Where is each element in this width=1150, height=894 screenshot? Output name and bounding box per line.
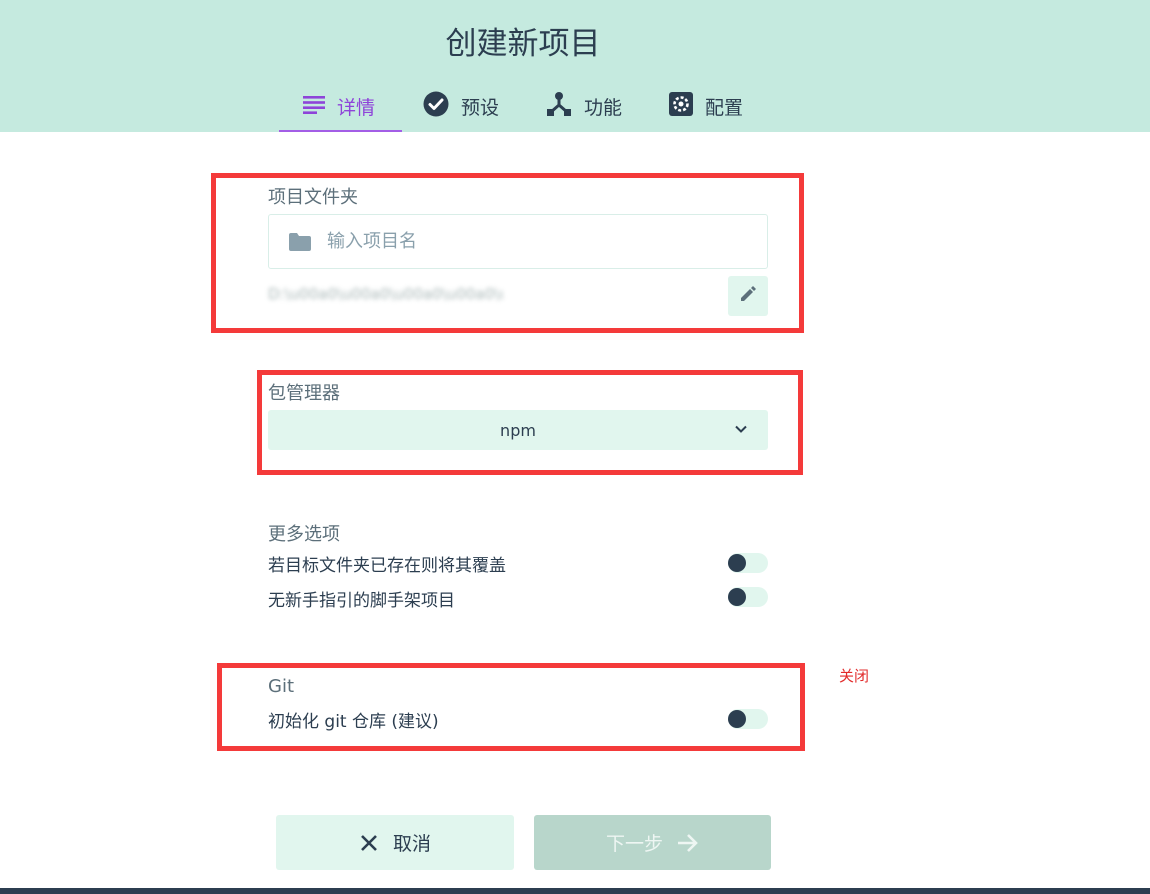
pencil-icon: [739, 285, 757, 307]
git-label: Git: [268, 676, 295, 697]
tab-features[interactable]: 功能: [546, 82, 622, 130]
subject-icon: [303, 94, 337, 119]
tab-label: 详情: [337, 96, 376, 119]
tab-config[interactable]: 配置: [669, 82, 743, 130]
project-name-field[interactable]: [268, 214, 768, 269]
chevron-down-icon: [734, 421, 748, 440]
next-step-button[interactable]: 下一步: [534, 815, 771, 870]
tab-label: 配置: [705, 96, 744, 119]
project-name-input[interactable]: [325, 230, 749, 253]
cancel-button[interactable]: 取消: [276, 815, 514, 870]
option-row-bare: 无新手指引的脚手架项目: [268, 585, 768, 611]
git-init-toggle[interactable]: [728, 709, 768, 729]
folder-label: 项目文件夹: [268, 187, 358, 208]
project-path: D:\u00a0\u00a0\u00a0\u00a0\u00a0\u00a0\u…: [268, 285, 503, 303]
option-label: 无新手指引的脚手架项目: [268, 590, 455, 611]
page-title: 创建新项目: [445, 26, 601, 62]
toggle-knob: [728, 710, 746, 728]
package-manager-value: npm: [500, 420, 536, 440]
bottom-status-bar: [0, 888, 1150, 894]
arrow-right-icon: [677, 833, 699, 853]
option-row-git-init: 初始化 git 仓库 (建议): [268, 706, 768, 732]
option-label: 若目标文件夹已存在则将其覆盖: [268, 555, 506, 576]
option-row-overwrite: 若目标文件夹已存在则将其覆盖: [268, 550, 768, 576]
tab-details[interactable]: 详情: [279, 82, 402, 132]
package-manager-label: 包管理器: [268, 383, 340, 404]
folder-icon: [289, 232, 311, 251]
overwrite-toggle[interactable]: [728, 553, 768, 573]
next-label: 下一步: [605, 833, 663, 855]
bare-scaffold-toggle[interactable]: [728, 587, 768, 607]
toggle-knob: [728, 554, 746, 572]
settings-icon: [669, 91, 705, 121]
tab-presets[interactable]: 预设: [423, 82, 499, 130]
tab-label: 预设: [461, 96, 500, 119]
tab-label: 功能: [584, 96, 623, 119]
annotation-closed: 关闭: [839, 667, 870, 685]
edit-path-button[interactable]: [728, 276, 768, 316]
cancel-label: 取消: [392, 833, 431, 855]
check-circle-icon: [423, 91, 461, 122]
device-hub-icon: [546, 91, 584, 122]
header: 创建新项目 详情 预设 功能 配置: [0, 0, 1150, 132]
package-manager-select[interactable]: npm: [268, 410, 768, 450]
toggle-knob: [728, 588, 746, 606]
option-label: 初始化 git 仓库 (建议): [268, 711, 439, 732]
close-icon: [359, 833, 379, 853]
tab-bar: 详情 预设 功能 配置: [0, 82, 1150, 132]
more-options-label: 更多选项: [268, 524, 340, 545]
